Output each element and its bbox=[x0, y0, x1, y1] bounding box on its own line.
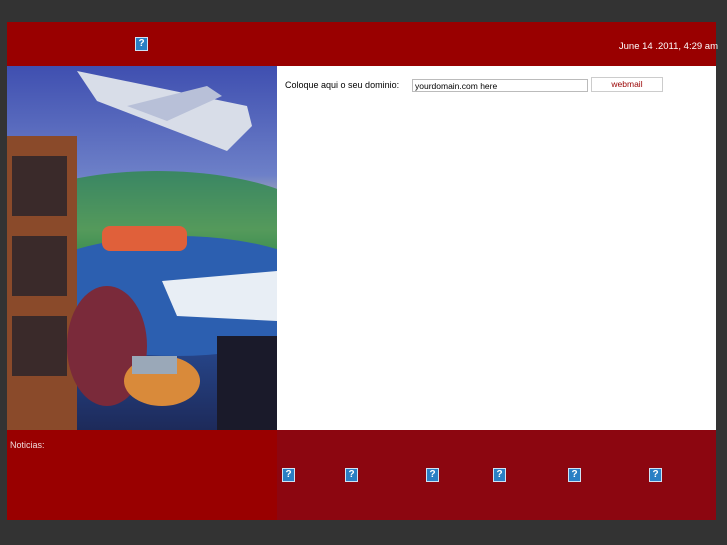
broken-image-icon: ? bbox=[135, 37, 148, 51]
date-time: June 14 .2011, 4:29 am bbox=[618, 41, 718, 52]
illustration-svg bbox=[7, 71, 277, 430]
webmail-button[interactable]: webmail bbox=[591, 77, 663, 92]
hero-illustration bbox=[7, 66, 277, 430]
footer-links: ? ? ? ? ? ? bbox=[277, 430, 716, 520]
broken-image-icon[interactable]: ? bbox=[493, 468, 506, 482]
broken-image-icon[interactable]: ? bbox=[426, 468, 439, 482]
domain-label: Coloque aqui o seu dominio: bbox=[285, 80, 400, 90]
news-label: Noticias: bbox=[10, 440, 45, 450]
domain-input[interactable]: yourdomain.com here bbox=[412, 79, 588, 92]
broken-image-icon[interactable]: ? bbox=[568, 468, 581, 482]
footer-news: Noticias: bbox=[7, 430, 277, 520]
broken-image-icon[interactable]: ? bbox=[282, 468, 295, 482]
header: ? June 14 .2011, 4:29 am bbox=[7, 22, 718, 66]
page: ? June 14 .2011, 4:29 am Coloque aqui o … bbox=[7, 22, 718, 520]
broken-image-icon[interactable]: ? bbox=[345, 468, 358, 482]
main-content: Coloque aqui o seu dominio: yourdomain.c… bbox=[277, 66, 716, 430]
broken-image-icon[interactable]: ? bbox=[649, 468, 662, 482]
